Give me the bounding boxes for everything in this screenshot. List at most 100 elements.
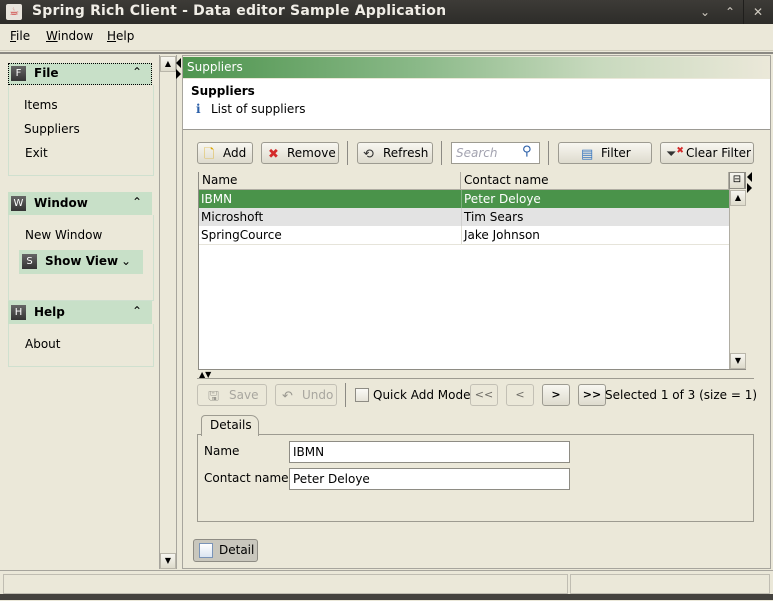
table-scrollbar[interactable] — [729, 189, 746, 369]
close-button[interactable]: ✕ — [747, 3, 769, 21]
contact-name-field[interactable]: Peter Deloye — [289, 468, 570, 490]
last-record-button[interactable]: >> — [578, 384, 606, 406]
sidebar-item-items[interactable]: Items — [24, 98, 58, 112]
sidebar-item-suppliers[interactable]: Suppliers — [24, 122, 80, 136]
java-app-icon: ☕ — [6, 4, 22, 20]
first-record-button[interactable]: << — [470, 384, 498, 406]
quick-add-mode-label: Quick Add Mode — [373, 388, 471, 402]
filter-icon: ▤ — [581, 147, 594, 162]
quick-add-mode-checkbox[interactable] — [355, 388, 369, 402]
sidebar-group-label: Window — [34, 196, 88, 210]
status-progress-cell — [570, 574, 770, 594]
remove-label: Remove — [287, 146, 336, 160]
scroll-up-button[interactable]: ▲ — [160, 56, 176, 72]
table-row[interactable]: IBMN Peter Deloye — [199, 190, 729, 208]
expand-right-icon[interactable] — [747, 183, 752, 193]
menu-help-label: elp — [116, 29, 135, 43]
menu-window-mnemonic: W — [46, 29, 58, 43]
clear-filter-label: Clear Filter — [686, 146, 751, 160]
table-row[interactable]: Microshoft Tim Sears — [199, 208, 729, 226]
name-label: Name — [204, 444, 240, 458]
title-bar: ☕ Spring Rich Client - Data editor Sampl… — [0, 0, 773, 24]
expand-chevron-icon[interactable]: ⌄ — [121, 254, 131, 268]
filter-label: Filter — [601, 146, 631, 160]
window-group-icon: W — [11, 196, 26, 211]
sidebar-subgroup-show-view[interactable]: S Show View ⌄ — [19, 250, 143, 274]
new-document-icon: 🗋 — [204, 147, 215, 162]
table-scroll-up-button[interactable]: ▲ — [730, 190, 746, 206]
next-record-button[interactable]: > — [542, 384, 570, 406]
filter-button[interactable]: ▤ Filter — [558, 142, 652, 164]
scroll-down-button[interactable]: ▼ — [160, 553, 176, 569]
sidebar-group-window[interactable]: W Window ⌃ — [8, 192, 152, 215]
collapse-chevron-icon[interactable]: ⌃ — [132, 65, 142, 79]
show-view-icon: S — [22, 254, 37, 269]
maximize-button[interactable]: ⌃ — [719, 3, 741, 21]
undo-label: Undo — [302, 388, 334, 402]
help-group-icon: H — [11, 305, 26, 320]
contact-name-label: Contact name — [204, 471, 289, 485]
menu-help-mnemonic: H — [107, 29, 117, 43]
collapse-chevron-icon[interactable]: ⌃ — [132, 195, 142, 209]
tab-details[interactable]: Details — [201, 415, 259, 436]
clear-filter-button[interactable]: ⏷✖ Clear Filter — [660, 142, 754, 164]
clear-filter-icon: ⏷✖ — [666, 146, 684, 162]
description-panel: Suppliers i List of suppliers — [183, 79, 770, 130]
view-title: Suppliers — [187, 60, 243, 74]
tab-details-label: Details — [210, 418, 252, 432]
undo-button[interactable]: ↶ Undo — [275, 384, 337, 406]
save-button[interactable]: 🖫 Save — [197, 384, 267, 406]
add-button[interactable]: 🗋 Add — [197, 142, 253, 164]
sidebar-group-label: Help — [34, 305, 65, 319]
menu-bar: File Window Help — [0, 24, 773, 51]
detail-form-icon — [199, 543, 213, 558]
cell-name: Microshoft — [201, 210, 264, 224]
sidebar-item-exit[interactable]: Exit — [25, 146, 48, 160]
search-placeholder: Search — [456, 146, 498, 160]
sidebar-subgroup-label: Show View — [45, 254, 119, 268]
table-scroll-down-button[interactable]: ▼ — [730, 353, 746, 369]
page-title: Suppliers — [191, 84, 255, 98]
file-group-icon: F — [11, 66, 26, 81]
name-field[interactable]: IBMN — [289, 441, 570, 463]
collapse-left-icon[interactable] — [747, 172, 752, 182]
splitter-line — [197, 378, 754, 379]
delete-x-icon: ✖ — [268, 147, 279, 162]
save-icon: 🖫 — [208, 389, 220, 404]
column-header-contact-name[interactable]: Contact name — [461, 172, 729, 190]
status-message-cell — [3, 574, 568, 594]
collapse-left-icon[interactable] — [176, 58, 181, 68]
sidebar-item-about[interactable]: About — [25, 337, 60, 351]
menu-file[interactable]: File — [10, 29, 30, 43]
collapse-chevron-icon[interactable]: ⌃ — [132, 304, 142, 318]
cell-contact: Peter Deloye — [461, 190, 729, 208]
detail-toggle-button[interactable]: Detail — [193, 539, 258, 562]
remove-button[interactable]: ✖ Remove — [261, 142, 339, 164]
expand-right-icon[interactable] — [176, 69, 181, 79]
search-icon[interactable]: ⚲ — [522, 144, 532, 159]
previous-record-button[interactable]: < — [506, 384, 534, 406]
minimize-button[interactable]: ⌄ — [694, 3, 716, 21]
toolbar-separator — [347, 141, 348, 165]
window-bottom-border — [0, 594, 773, 600]
column-header-name[interactable]: Name — [199, 172, 461, 190]
cell-name: IBMN — [201, 192, 233, 206]
sidebar-group-file[interactable]: F File ⌃ — [8, 63, 152, 85]
sidebar-group-help[interactable]: H Help ⌃ — [8, 301, 152, 324]
menu-help[interactable]: Help — [107, 29, 134, 43]
search-input[interactable]: Search ⚲ — [451, 142, 540, 164]
selection-status: Selected 1 of 3 (size = 1) — [605, 388, 758, 402]
menu-window[interactable]: Window — [46, 29, 93, 43]
title-separator — [743, 0, 744, 24]
sidebar-item-new-window[interactable]: New Window — [25, 228, 102, 242]
view-header: Suppliers — [183, 57, 770, 78]
column-control-icon[interactable]: ⊟ — [729, 172, 745, 189]
toolbar-separator — [441, 141, 442, 165]
save-label: Save — [229, 388, 259, 402]
refresh-button[interactable]: ⟲ Refresh — [357, 142, 433, 164]
table-row[interactable]: SpringCource Jake Johnson — [199, 226, 729, 245]
page-description: List of suppliers — [211, 102, 306, 116]
sidebar-scrollbar[interactable] — [159, 55, 177, 569]
cell-name: SpringCource — [201, 228, 282, 242]
toolbar-separator — [345, 383, 346, 407]
